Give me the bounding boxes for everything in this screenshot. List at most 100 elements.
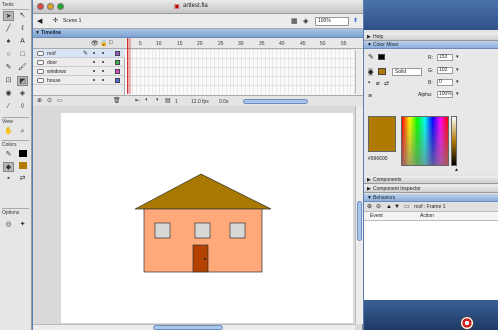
paint-bucket-tool-icon[interactable]: ◈ [17,89,28,99]
visibility-dot[interactable] [93,61,95,63]
green-stepper-icon[interactable]: ▾ [456,67,459,73]
behaviors-list[interactable] [364,221,498,300]
remove-behavior-icon[interactable]: ⊖ [376,203,381,212]
lasso-tool-icon[interactable]: ℓ [17,24,28,34]
color-mixer-header[interactable]: ▼ Color Mixer [364,41,498,49]
stage-vscroll[interactable] [355,106,363,324]
fill-color-icon[interactable]: ◆ [3,162,14,172]
edit-scene-icon[interactable]: ▦ [291,17,298,25]
alpha-field[interactable]: 100% [437,91,453,98]
outline-icon[interactable]: □ [109,40,113,46]
roof-shape[interactable] [134,173,272,210]
no-color-icon[interactable]: ⌀ [376,80,380,87]
hand-tool-icon[interactable]: ✋ [3,127,14,137]
lock-dot[interactable] [102,52,104,54]
text-tool-icon[interactable]: A [17,37,28,47]
window-titlebar[interactable]: ▣ arttest.fla [33,0,363,14]
close-button[interactable] [37,3,44,10]
layer-color-swatch[interactable] [115,60,120,65]
trash-icon[interactable]: 🗑 [113,97,121,104]
free-transform-tool-icon[interactable]: ⊡ [3,76,14,86]
stroke-swatch[interactable] [378,54,385,60]
zoom-select[interactable]: 100% [315,17,349,26]
help-panel-header[interactable]: ▶ Help [364,33,498,41]
stage[interactable] [61,113,353,323]
collapse-triangle-icon[interactable]: ▼ [35,30,40,36]
subselect-tool-icon[interactable]: ↖ [17,11,28,21]
eyedropper-tool-icon[interactable]: ⁄ [3,102,14,112]
snap-magnet-icon[interactable]: ◎ [3,220,14,230]
behaviors-header[interactable]: ▼ Behaviors [364,194,498,202]
pencil-tool-icon[interactable]: ✎ [3,63,14,73]
stroke-swatch[interactable] [17,150,28,160]
visibility-dot[interactable] [93,79,95,81]
fill-swatch[interactable] [378,68,386,75]
brightness-slider[interactable] [451,116,457,166]
layer-row-windows[interactable]: windows [33,67,125,76]
brush-tool-icon[interactable]: 🖌 [17,63,28,73]
zoom-tool-icon[interactable]: ⌕ [17,127,28,137]
stage-vscroll-thumb[interactable] [357,201,362,241]
oval-tool-icon[interactable]: ○ [3,50,14,60]
layer-row-roof[interactable]: roof ✎ [33,49,125,58]
layer-row-house[interactable]: house [33,76,125,85]
smooth-option-icon[interactable]: ✦ [17,220,28,230]
default-colors-icon[interactable]: ▪ [3,174,14,184]
move-up-icon[interactable]: ▲ [386,203,392,212]
lock-dot[interactable] [102,79,104,81]
layer-color-swatch[interactable] [115,78,120,83]
pen-tool-icon[interactable]: ♠ [3,37,14,47]
add-folder-icon[interactable]: ▭ [57,97,63,104]
onion-outline-icon[interactable]: ◑ [155,97,159,103]
swap-colors-icon[interactable]: ⇄ [17,174,28,184]
eye-icon[interactable]: 👁 [91,40,99,47]
black-white-icon[interactable]: ▪ [368,80,370,86]
layer-color-swatch[interactable] [115,69,120,74]
layer-color-swatch[interactable] [115,51,120,56]
hex-value[interactable]: #996600 [368,156,396,164]
dock-target-icon[interactable] [460,316,474,330]
add-behavior-icon[interactable]: ⊕ [367,203,372,212]
blue-field[interactable]: 0 [437,79,453,86]
visibility-dot[interactable] [93,52,95,54]
edit-symbol-icon[interactable]: ◈ [303,17,308,25]
move-down-icon[interactable]: ▼ [394,203,400,212]
window-middle[interactable] [194,222,211,239]
window-right[interactable] [229,222,246,239]
stroke-color-icon[interactable]: ✎ [3,150,14,160]
lock-icon[interactable]: 🔒 [100,40,107,47]
zoom-dropdown-icon[interactable]: ⬍ [353,17,358,24]
scene-breadcrumb[interactable]: Scene 1 [63,18,81,24]
back-arrow-icon[interactable]: ◀ [37,17,42,25]
arrow-tool-icon[interactable]: ➤ [3,11,14,21]
stage-hscroll-thumb[interactable] [153,325,223,330]
visibility-dot[interactable] [93,70,95,72]
options-menu-icon[interactable]: ≡ [368,93,372,100]
green-field[interactable]: 102 [437,67,453,74]
frame-ruler[interactable]: 5 10 15 20 25 30 35 40 45 50 55 [125,38,363,49]
blue-stepper-icon[interactable]: ▾ [456,79,459,85]
timeline-vscroll[interactable] [355,50,362,94]
timeline-hscroll-thumb[interactable] [243,99,308,104]
fill-bucket-icon[interactable]: ◆ [368,68,374,76]
red-field[interactable]: 153 [437,54,453,61]
alpha-stepper-icon[interactable]: ▾ [456,91,459,97]
fill-swatch[interactable] [17,162,28,172]
line-tool-icon[interactable]: ╱ [3,24,14,34]
add-layer-icon[interactable]: ⊕ [37,97,42,104]
timeline-header[interactable]: ▼ Timeline [33,29,363,38]
color-spectrum[interactable] [401,116,449,166]
add-guide-icon[interactable]: ⊙ [47,97,52,104]
zoom-button[interactable] [57,3,64,10]
layer-row-door[interactable]: door [33,58,125,67]
onion-skin-icon[interactable]: ◐ [145,97,149,103]
edit-multiple-icon[interactable]: ▤ [165,97,171,104]
component-inspector-header[interactable]: ▶ Component Inspector [364,185,498,193]
ink-bottle-tool-icon[interactable]: ◉ [3,89,14,99]
minimize-button[interactable] [47,3,54,10]
lock-dot[interactable] [102,61,104,63]
center-frame-icon[interactable]: ⇤ [135,97,140,104]
fill-type-select[interactable]: Solid [392,68,422,76]
window-left[interactable] [154,222,171,239]
brightness-pointer-icon[interactable]: ▲ [454,167,459,173]
